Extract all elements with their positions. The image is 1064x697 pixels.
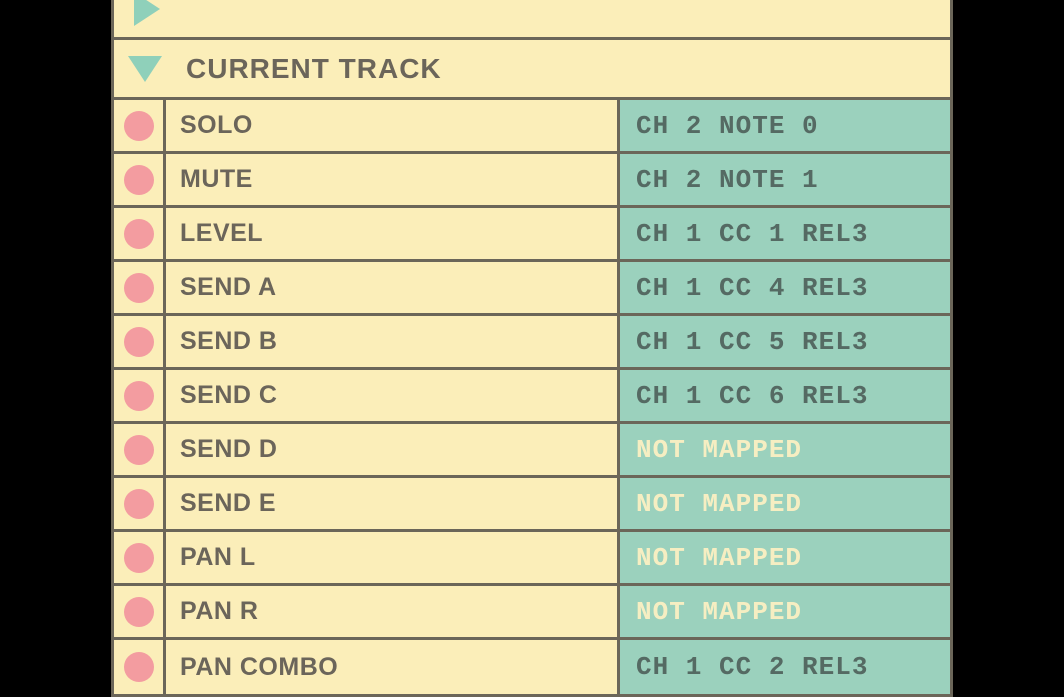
- record-dot-icon: [124, 435, 154, 465]
- expand-down-icon: [128, 56, 162, 82]
- parameter-label: PAN L: [166, 532, 620, 583]
- record-dot-icon: [124, 652, 154, 682]
- record-dot-icon: [124, 597, 154, 627]
- record-indicator-cell[interactable]: [114, 424, 166, 475]
- parameter-label: SEND E: [166, 478, 620, 529]
- mapping-value[interactable]: CH 2 NOTE 0: [620, 100, 950, 151]
- record-dot-icon: [124, 489, 154, 519]
- mapping-row[interactable]: SEND ACH 1 CC 4 REL3: [114, 262, 950, 316]
- mapping-row[interactable]: PAN COMBOCH 1 CC 2 REL3: [114, 640, 950, 694]
- section-header-current-track[interactable]: CURRENT TRACK: [114, 40, 950, 100]
- section-title-current-track: CURRENT TRACK: [186, 53, 442, 85]
- mapping-row[interactable]: LEVELCH 1 CC 1 REL3: [114, 208, 950, 262]
- record-indicator-cell[interactable]: [114, 532, 166, 583]
- section-header-previous[interactable]: [114, 0, 950, 40]
- record-dot-icon: [124, 381, 154, 411]
- mapping-value[interactable]: CH 1 CC 1 REL3: [620, 208, 950, 259]
- record-dot-icon: [124, 327, 154, 357]
- record-dot-icon: [124, 111, 154, 141]
- record-indicator-cell[interactable]: [114, 640, 166, 694]
- parameter-label: LEVEL: [166, 208, 620, 259]
- parameter-label: SEND A: [166, 262, 620, 313]
- record-dot-icon: [124, 219, 154, 249]
- record-indicator-cell[interactable]: [114, 370, 166, 421]
- mapping-row[interactable]: MUTECH 2 NOTE 1: [114, 154, 950, 208]
- record-dot-icon: [124, 543, 154, 573]
- parameter-label: SEND C: [166, 370, 620, 421]
- record-dot-icon: [124, 273, 154, 303]
- parameter-label: SEND D: [166, 424, 620, 475]
- parameter-label: PAN R: [166, 586, 620, 637]
- mapping-value[interactable]: CH 1 CC 5 REL3: [620, 316, 950, 367]
- mapping-row[interactable]: SEND DNOT MAPPED: [114, 424, 950, 478]
- record-indicator-cell[interactable]: [114, 154, 166, 205]
- mapping-value[interactable]: CH 1 CC 4 REL3: [620, 262, 950, 313]
- midi-mapping-panel: CURRENT TRACK SOLOCH 2 NOTE 0MUTECH 2 NO…: [111, 0, 953, 697]
- mapping-value[interactable]: NOT MAPPED: [620, 478, 950, 529]
- mapping-row[interactable]: SEND CCH 1 CC 6 REL3: [114, 370, 950, 424]
- parameter-label: SOLO: [166, 100, 620, 151]
- mapping-row[interactable]: SEND BCH 1 CC 5 REL3: [114, 316, 950, 370]
- mapping-value[interactable]: NOT MAPPED: [620, 424, 950, 475]
- mapping-value[interactable]: CH 1 CC 2 REL3: [620, 640, 950, 694]
- record-dot-icon: [124, 165, 154, 195]
- mapping-value[interactable]: CH 2 NOTE 1: [620, 154, 950, 205]
- record-indicator-cell[interactable]: [114, 100, 166, 151]
- mapping-value[interactable]: NOT MAPPED: [620, 586, 950, 637]
- record-indicator-cell[interactable]: [114, 316, 166, 367]
- record-indicator-cell[interactable]: [114, 478, 166, 529]
- mapping-row[interactable]: PAN RNOT MAPPED: [114, 586, 950, 640]
- record-indicator-cell[interactable]: [114, 262, 166, 313]
- mapping-rows-container: SOLOCH 2 NOTE 0MUTECH 2 NOTE 1LEVELCH 1 …: [114, 100, 950, 694]
- expand-right-icon: [134, 0, 160, 26]
- mapping-value[interactable]: CH 1 CC 6 REL3: [620, 370, 950, 421]
- mapping-value[interactable]: NOT MAPPED: [620, 532, 950, 583]
- parameter-label: MUTE: [166, 154, 620, 205]
- parameter-label: PAN COMBO: [166, 640, 620, 694]
- parameter-label: SEND B: [166, 316, 620, 367]
- record-indicator-cell[interactable]: [114, 208, 166, 259]
- record-indicator-cell[interactable]: [114, 586, 166, 637]
- mapping-row[interactable]: SEND ENOT MAPPED: [114, 478, 950, 532]
- mapping-row[interactable]: SOLOCH 2 NOTE 0: [114, 100, 950, 154]
- mapping-row[interactable]: PAN LNOT MAPPED: [114, 532, 950, 586]
